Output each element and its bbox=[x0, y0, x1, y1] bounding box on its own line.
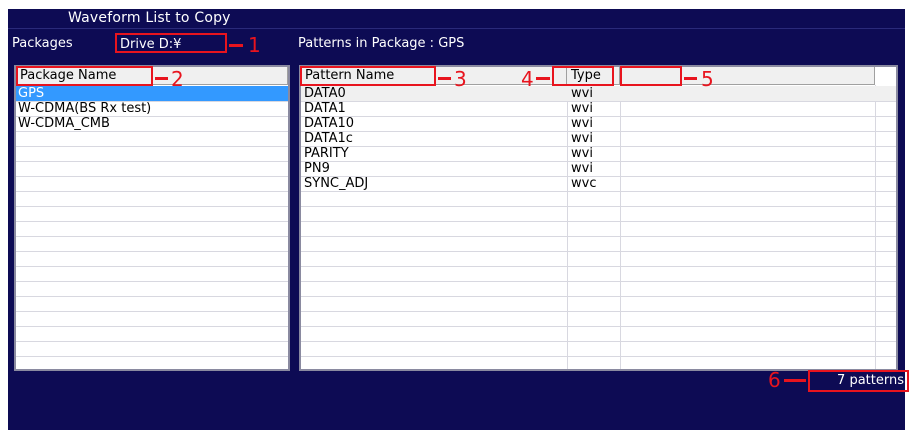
callout-1: 1 bbox=[248, 33, 261, 57]
pattern-name-cell: DATA0 bbox=[304, 86, 346, 101]
package-list-item[interactable]: W-CDMA_CMB bbox=[16, 116, 288, 131]
row-gridline bbox=[16, 131, 288, 132]
callout-2-box bbox=[16, 66, 153, 86]
callout-3-line bbox=[438, 77, 451, 80]
pattern-type-cell: wvi bbox=[571, 101, 593, 116]
callout-2-line bbox=[155, 77, 168, 80]
callout-6-line bbox=[784, 379, 806, 382]
pattern-row[interactable]: DATA0 wvi bbox=[301, 86, 896, 101]
row-gridline bbox=[16, 161, 288, 162]
row-gridline bbox=[16, 176, 288, 177]
callout-4-box bbox=[552, 66, 614, 86]
pattern-name-cell: DATA1 bbox=[304, 101, 346, 116]
callout-5-line bbox=[684, 77, 697, 80]
pattern-type-cell: wvi bbox=[571, 161, 593, 176]
title-bar: Waveform List to Copy bbox=[8, 9, 905, 29]
row-gridline bbox=[16, 146, 288, 147]
pattern-row[interactable]: DATA1c wvi bbox=[301, 131, 896, 146]
package-list[interactable]: Package Name GPS W-CDMA(BS Rx test) W-CDMA… bbox=[14, 65, 290, 371]
pattern-row[interactable]: SYNC_ADJ wvc bbox=[301, 176, 896, 191]
row-gridline bbox=[16, 236, 288, 237]
row-gridline bbox=[16, 281, 288, 282]
row-gridline bbox=[301, 311, 896, 312]
pattern-name-cell: SYNC_ADJ bbox=[304, 176, 369, 191]
pattern-row[interactable]: DATA1 wvi bbox=[301, 101, 896, 116]
row-gridline bbox=[301, 236, 896, 237]
callout-3: 3 bbox=[454, 67, 467, 91]
pattern-name-cell: PN9 bbox=[304, 161, 330, 176]
callout-4-line bbox=[536, 77, 550, 80]
pattern-row[interactable]: PARITY wvi bbox=[301, 146, 896, 161]
row-gridline bbox=[16, 191, 288, 192]
row-gridline bbox=[16, 356, 288, 357]
pattern-list[interactable]: Pattern Name Type DATA0 wvi DATA1 wvi DATA10… bbox=[299, 65, 898, 371]
pattern-type-cell: wvc bbox=[571, 176, 597, 191]
row-gridline bbox=[301, 251, 896, 252]
row-gridline bbox=[301, 296, 896, 297]
row-gridline bbox=[301, 326, 896, 327]
callout-1-line bbox=[229, 44, 243, 47]
pattern-count: 7 patterns bbox=[808, 370, 909, 392]
package-list-item[interactable]: W-CDMA(BS Rx test) bbox=[16, 101, 288, 116]
patterns-label: Patterns in Package : GPS bbox=[298, 36, 465, 51]
package-list-item[interactable]: GPS bbox=[16, 86, 288, 101]
row-gridline bbox=[301, 341, 896, 342]
drive-selector[interactable]: Drive D:¥ bbox=[115, 33, 227, 53]
row-gridline bbox=[16, 311, 288, 312]
window-title: Waveform List to Copy bbox=[68, 10, 231, 26]
row-gridline bbox=[16, 326, 288, 327]
row-gridline bbox=[16, 296, 288, 297]
row-gridline bbox=[16, 266, 288, 267]
row-gridline bbox=[16, 251, 288, 252]
callout-3-box bbox=[300, 66, 436, 86]
callout-5-box bbox=[620, 66, 682, 86]
callout-6: 6 bbox=[768, 368, 781, 392]
pattern-type-cell: wvi bbox=[571, 116, 593, 131]
row-gridline bbox=[301, 221, 896, 222]
row-gridline bbox=[301, 281, 896, 282]
row-gridline bbox=[16, 221, 288, 222]
callout-4: 4 bbox=[521, 67, 534, 91]
row-gridline bbox=[301, 206, 896, 207]
pattern-name-cell: DATA1c bbox=[304, 131, 353, 146]
row-gridline bbox=[16, 206, 288, 207]
callout-2: 2 bbox=[171, 67, 184, 91]
pattern-type-cell: wvi bbox=[571, 146, 593, 161]
waveform-list-window: Waveform List to Copy Packages Drive D:¥… bbox=[8, 9, 909, 430]
pattern-name-cell: DATA10 bbox=[304, 116, 355, 131]
row-gridline bbox=[16, 341, 288, 342]
row-gridline bbox=[301, 191, 896, 192]
packages-label: Packages bbox=[12, 36, 73, 51]
pattern-name-cell: PARITY bbox=[304, 146, 349, 161]
callout-5: 5 bbox=[701, 67, 714, 91]
pattern-type-cell: wvi bbox=[571, 86, 593, 101]
pattern-row[interactable]: PN9 wvi bbox=[301, 161, 896, 176]
pattern-type-cell: wvi bbox=[571, 131, 593, 146]
pattern-row[interactable]: DATA10 wvi bbox=[301, 116, 896, 131]
row-gridline bbox=[301, 266, 896, 267]
row-gridline bbox=[301, 356, 896, 357]
